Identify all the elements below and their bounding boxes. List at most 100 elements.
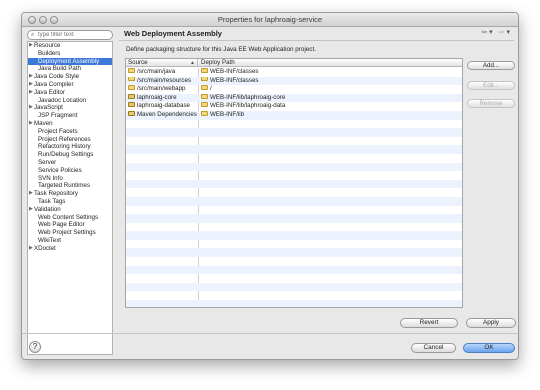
nav-item-service-policies[interactable]: Service Policies <box>28 167 112 175</box>
nav-item-label: Project References <box>38 135 91 143</box>
jar-icon <box>128 93 135 99</box>
source-cell: /src/main/webapp <box>128 85 198 94</box>
empty-row <box>126 214 462 223</box>
deploy-path-text: WEB-INF/classes <box>210 76 259 84</box>
nav-item-task-tags[interactable]: Task Tags <box>28 198 112 206</box>
expand-triangle-icon[interactable]: ▶ <box>29 89 33 97</box>
nav-item-refactoring-history[interactable]: Refactoring History <box>28 143 112 151</box>
nav-item-deployment-assembly[interactable]: Deployment Assembly <box>28 57 112 66</box>
nav-item-javadoc-location[interactable]: Javadoc Location <box>28 97 112 105</box>
deploy-path-text: WEB-INF/classes <box>210 68 259 75</box>
back-dropdown-icon[interactable]: ▾ <box>489 29 495 36</box>
nav-item-web-content-settings[interactable]: Web Content Settings <box>28 214 112 222</box>
source-text: laphroaig-core <box>137 93 177 101</box>
nav-item-validation[interactable]: ▶ Validation <box>28 206 112 214</box>
expand-triangle-icon[interactable]: ▶ <box>29 206 33 214</box>
jar-icon <box>128 110 135 116</box>
expand-triangle-icon[interactable]: ▶ <box>29 190 33 198</box>
nav-item-svn-info[interactable]: SVN Info <box>28 175 112 183</box>
nav-item-server[interactable]: Server <box>28 159 112 167</box>
nav-item-label: Server <box>38 158 57 166</box>
expand-triangle-icon[interactable]: ▶ <box>29 245 33 253</box>
forward-dropdown-icon[interactable]: ▾ <box>506 29 512 36</box>
nav-item-web-page-editor[interactable]: Web Page Editor <box>28 221 112 229</box>
table-row[interactable]: laphroaig-database WEB-INF/lib/laphroaig-… <box>126 102 462 111</box>
table-row[interactable]: /src/main/resources WEB-INF/classes <box>126 76 462 86</box>
nav-item-label: JavaScript <box>34 104 63 112</box>
folder-icon <box>128 68 135 73</box>
nav-item-label: Builders <box>38 49 61 57</box>
expand-triangle-icon[interactable]: ▶ <box>29 42 33 50</box>
nav-item-project-references[interactable]: Project References <box>28 136 112 144</box>
nav-item-builders[interactable]: Builders <box>28 50 112 58</box>
back-arrow-icon[interactable]: ⇦ <box>481 29 489 36</box>
nav-item-label: Java Compiler <box>34 80 74 88</box>
nav-item-targeted-runtimes[interactable]: Targeted Runtimes <box>28 182 112 190</box>
deploy-path-text: WEB-INF/lib/laphroaig-core <box>210 93 286 101</box>
page-description: Define packaging structure for this Java… <box>126 46 316 53</box>
table-row[interactable]: /src/main/webapp / <box>126 85 462 94</box>
expand-triangle-icon[interactable]: ▶ <box>29 73 33 81</box>
add-button[interactable]: Add... <box>467 61 515 70</box>
table-row[interactable]: Maven Dependencies WEB-INF/lib <box>126 110 462 120</box>
empty-row <box>126 128 462 137</box>
source-text: Maven Dependencies <box>137 110 197 118</box>
title-separator <box>119 40 514 41</box>
nav-item-web-project-settings[interactable]: Web Project Settings <box>28 229 112 237</box>
empty-row <box>126 223 462 232</box>
apply-button[interactable]: Apply <box>466 318 516 328</box>
filter-input[interactable] <box>38 31 110 39</box>
folder-icon <box>128 76 135 82</box>
nav-item-label: Javadoc Location <box>38 96 87 104</box>
nav-item-java-build-path[interactable]: Java Build Path <box>28 65 112 73</box>
nav-item-project-facets[interactable]: Project Facets <box>28 128 112 136</box>
nav-item-label: Task Tags <box>38 197 66 205</box>
nav-item-java-editor[interactable]: ▶ Java Editor <box>28 89 112 97</box>
empty-row <box>126 206 462 215</box>
nav-item-maven[interactable]: ▶ Maven <box>28 120 112 128</box>
properties-nav-tree: ▶ Resource Builders Deployment Assembly Java… <box>27 41 113 355</box>
expand-triangle-icon[interactable]: ▶ <box>29 81 33 89</box>
table-header: Source ▲ Deploy Path <box>126 59 462 67</box>
revert-button[interactable]: Revert <box>400 318 458 328</box>
empty-row <box>126 282 462 292</box>
nav-item-java-code-style[interactable]: ▶ Java Code Style <box>28 73 112 81</box>
nav-item-label: WikiText <box>38 236 62 244</box>
source-text: /src/main/java <box>137 68 176 75</box>
deploy-path-column-header[interactable]: Deploy Path <box>199 59 289 67</box>
nav-item-resource[interactable]: ▶ Resource <box>28 42 112 50</box>
nav-item-task-repository[interactable]: ▶ Task Repository <box>28 190 112 198</box>
empty-row <box>126 137 462 146</box>
cancel-button[interactable]: Cancel <box>411 343 456 353</box>
source-text: /src/main/webapp <box>137 85 186 93</box>
expand-triangle-icon[interactable]: ▶ <box>29 104 33 112</box>
nav-item-javascript[interactable]: ▶ JavaScript <box>28 104 112 112</box>
empty-row <box>126 179 462 189</box>
table-row[interactable]: /src/main/java WEB-INF/classes <box>126 68 462 77</box>
deploy-path-cell: / <box>201 85 301 94</box>
nav-item-java-compiler[interactable]: ▶ Java Compiler <box>28 81 112 89</box>
help-icon[interactable]: ? <box>29 341 41 353</box>
table-row[interactable]: laphroaig-core WEB-INF/lib/laphroaig-core <box>126 93 462 103</box>
folder-icon <box>201 110 208 116</box>
edit-button[interactable]: Edit... <box>467 81 515 90</box>
nav-item-xdoclet[interactable]: ▶ XDoclet <box>28 245 112 253</box>
nav-item-label: Project Facets <box>38 127 78 135</box>
deploy-path-cell: WEB-INF/lib <box>201 110 301 120</box>
ok-button[interactable]: OK <box>463 343 515 353</box>
source-column-header[interactable]: Source ▲ <box>126 59 198 67</box>
nav-item-jsp-fragment[interactable]: JSP Fragment <box>28 112 112 120</box>
filter-field[interactable]: ⌕ <box>27 30 113 40</box>
expand-triangle-icon[interactable]: ▶ <box>29 120 33 128</box>
nav-item-wikitext[interactable]: WikiText <box>28 237 112 245</box>
empty-row <box>126 196 462 206</box>
nav-item-label: Web Project Settings <box>38 229 96 237</box>
empty-row <box>126 231 462 240</box>
deploy-path-cell: WEB-INF/lib/laphroaig-data <box>201 102 301 111</box>
nav-item-label: Java Build Path <box>38 65 81 73</box>
nav-item-run-debug-settings[interactable]: Run/Debug Settings <box>28 151 112 159</box>
empty-row <box>126 240 462 249</box>
nav-item-label: Web Page Editor <box>38 221 85 229</box>
title-bar: Properties for laphroaig-service <box>22 13 518 27</box>
remove-button[interactable]: Remove <box>467 99 515 108</box>
